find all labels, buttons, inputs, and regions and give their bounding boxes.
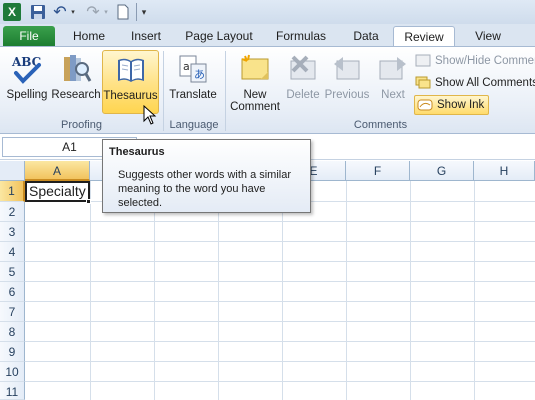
translate-label: Translate [169, 89, 217, 101]
show-hide-comment-button[interactable]: Show/Hide Comment [415, 51, 535, 71]
research-icon [60, 53, 92, 85]
group-label-comments: Comments [353, 119, 408, 131]
gridline [25, 301, 535, 302]
select-all-corner[interactable] [0, 161, 25, 181]
row-header-9[interactable]: 9 [0, 342, 25, 362]
column-header-h[interactable]: H [474, 161, 535, 181]
gridline [25, 241, 535, 242]
show-hide-comment-icon [415, 54, 431, 68]
mouse-pointer-icon [143, 104, 157, 125]
group-label-proofing: Proofing [61, 119, 102, 131]
redo-icon[interactable]: ↷ [85, 3, 101, 21]
show-all-comments-icon [415, 76, 431, 90]
show-ink-label: Show Ink [437, 99, 485, 111]
gridline [25, 321, 535, 322]
research-label: Research [51, 89, 101, 101]
tab-insert[interactable]: Insert [121, 26, 171, 46]
column-header-g[interactable]: G [410, 161, 474, 181]
tab-formulas[interactable]: Formulas [268, 26, 334, 46]
thesaurus-tooltip: Thesaurus Suggests other words with a si… [102, 139, 311, 213]
translate-icon: aあ [177, 53, 209, 85]
gridline [25, 341, 535, 342]
spelling-icon: ABC [11, 53, 43, 85]
row-header-8[interactable]: 8 [0, 322, 25, 342]
row-header-5[interactable]: 5 [0, 262, 25, 282]
next-comment-button[interactable]: Next [373, 50, 413, 114]
next-comment-label: Next [381, 89, 405, 101]
delete-comment-icon [287, 53, 319, 85]
gridline [25, 221, 535, 222]
tooltip-title: Thesaurus [109, 146, 165, 158]
tab-review[interactable]: Review [393, 26, 455, 46]
ribbon-tab-bar: File Home Insert Page Layout Formulas Da… [0, 24, 535, 46]
customize-toolbar-icon[interactable]: ▾ [139, 3, 149, 21]
gridline [154, 181, 155, 400]
show-ink-icon [417, 98, 433, 112]
thesaurus-icon [115, 54, 147, 86]
quick-access-toolbar: X ↶ ▾ ↷ ▾ ▾ [0, 0, 535, 24]
row-header-4[interactable]: 4 [0, 242, 25, 262]
svg-text:あ: あ [194, 68, 205, 81]
excel-window: X ↶ ▾ ↷ ▾ ▾ File Home Insert Page Layout… [0, 0, 535, 400]
thesaurus-label: Thesaurus [103, 90, 158, 102]
row-header-2[interactable]: 2 [0, 202, 25, 222]
row-header-11[interactable]: 11 [0, 382, 25, 400]
gridline [25, 381, 535, 382]
tab-data[interactable]: Data [344, 26, 388, 46]
gridline [25, 261, 535, 262]
spelling-label: Spelling [6, 89, 48, 101]
new-comment-button[interactable]: New Comment [228, 50, 282, 114]
tab-view[interactable]: View [462, 26, 514, 46]
show-ink-button[interactable]: Show Ink [414, 95, 489, 115]
tab-file[interactable]: File [3, 26, 55, 46]
svg-text:a: a [183, 60, 190, 73]
group-label-language: Language [169, 119, 219, 131]
cell-a1[interactable]: Specialty [25, 181, 90, 202]
new-comment-label: New Comment [230, 89, 280, 113]
row-header-1[interactable]: 1 [0, 181, 25, 202]
show-all-comments-label: Show All Comments [435, 77, 535, 89]
translate-button[interactable]: aあ Translate [166, 50, 220, 114]
gridline [474, 181, 475, 400]
tab-page-layout[interactable]: Page Layout [180, 26, 258, 46]
new-document-icon[interactable] [116, 3, 130, 21]
undo-icon[interactable]: ↶ [52, 3, 68, 21]
show-all-comments-button[interactable]: Show All Comments [415, 73, 535, 93]
previous-comment-label: Previous [324, 89, 370, 101]
row-header-10[interactable]: 10 [0, 362, 25, 382]
gridline [90, 181, 91, 400]
delete-comment-label: Delete [286, 89, 320, 101]
excel-logo-icon[interactable]: X [3, 3, 21, 21]
row-header-3[interactable]: 3 [0, 222, 25, 242]
research-button[interactable]: Research [51, 50, 101, 114]
ribbon-review: ABC Spelling Research Thesaurus Proofing… [0, 46, 535, 134]
previous-comment-icon [331, 53, 363, 85]
new-comment-icon [239, 53, 271, 85]
redo-dropdown-icon[interactable]: ▾ [102, 3, 110, 21]
tab-home[interactable]: Home [63, 26, 115, 46]
previous-comment-button[interactable]: Previous [324, 50, 370, 114]
gridline [410, 181, 411, 400]
next-comment-icon [377, 53, 409, 85]
column-header-a[interactable]: A [25, 161, 90, 181]
row-header-7[interactable]: 7 [0, 302, 25, 322]
toolbar-divider [136, 3, 137, 21]
show-hide-comment-label: Show/Hide Comment [435, 55, 535, 67]
undo-dropdown-icon[interactable]: ▾ [69, 3, 77, 21]
gridline [346, 181, 347, 400]
fill-handle[interactable] [86, 199, 91, 204]
gridline [218, 181, 219, 400]
gridline [282, 181, 283, 400]
row-header-6[interactable]: 6 [0, 282, 25, 302]
save-icon[interactable] [30, 3, 46, 21]
gridline [25, 281, 535, 282]
gridline [25, 361, 535, 362]
delete-comment-button[interactable]: Delete [284, 50, 322, 114]
spelling-button[interactable]: ABC Spelling [4, 50, 50, 114]
tooltip-body: Suggests other words with a similar mean… [118, 169, 292, 209]
column-header-f[interactable]: F [346, 161, 410, 181]
